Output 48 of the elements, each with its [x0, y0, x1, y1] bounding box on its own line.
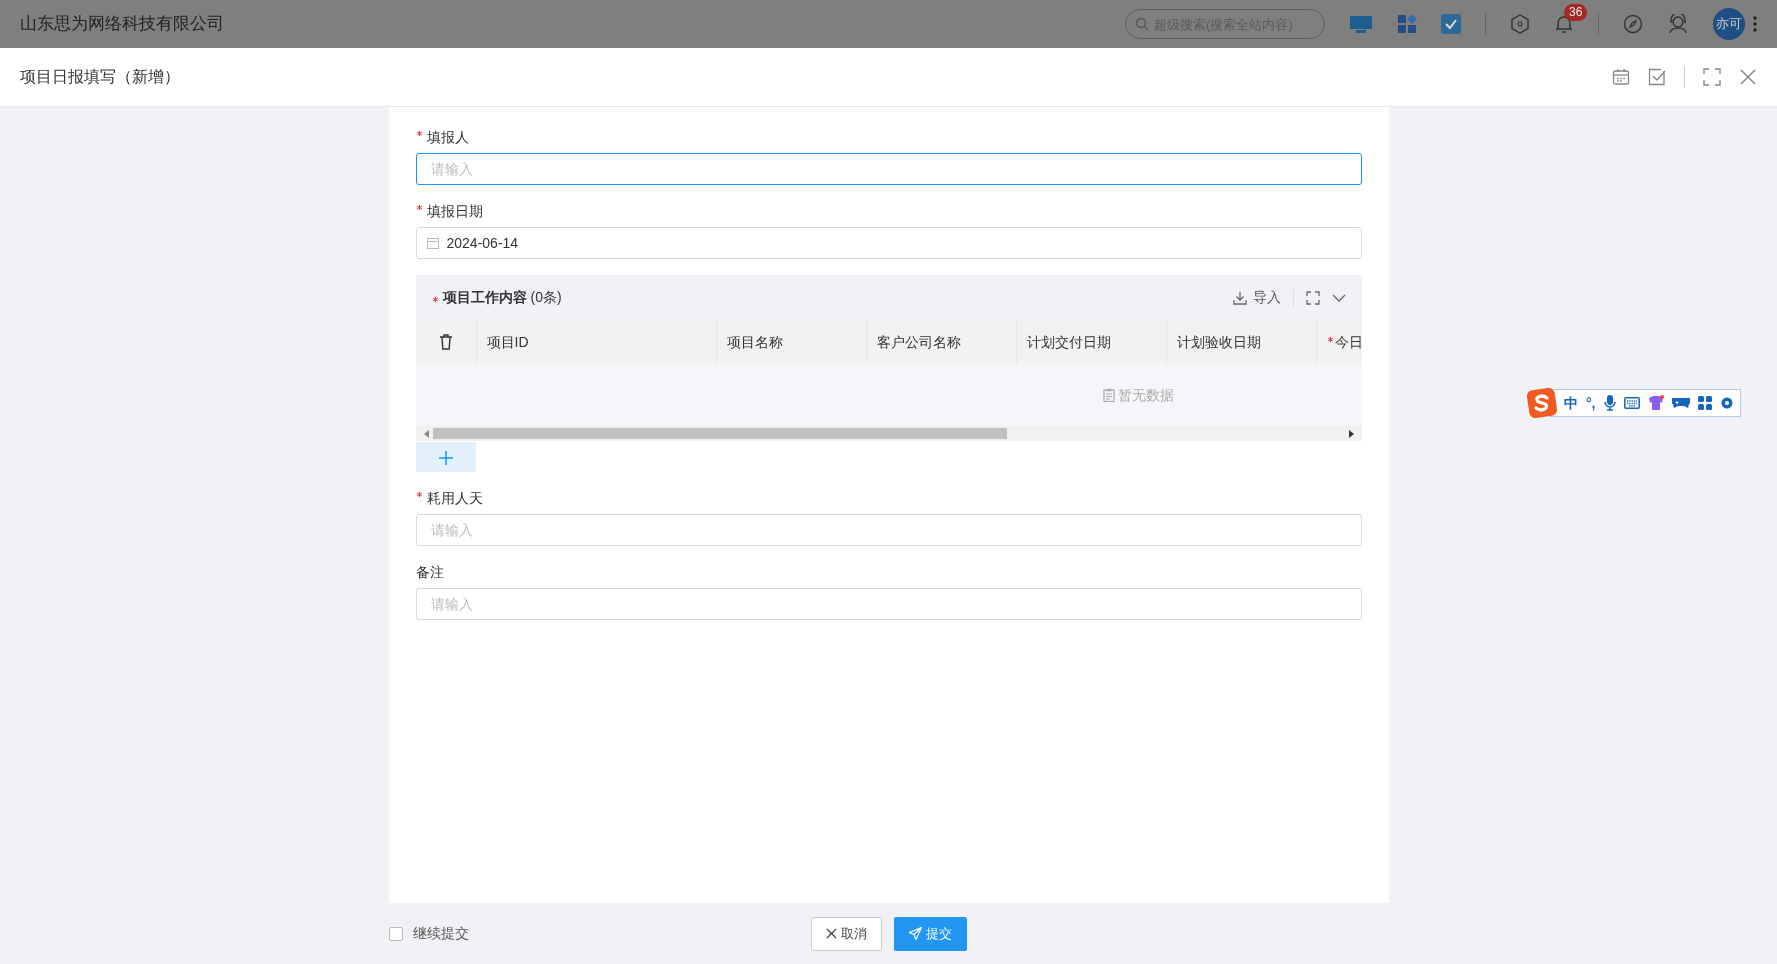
dialog-title: 项目日报填写（新增） — [20, 67, 180, 87]
horizontal-scrollbar[interactable] — [415, 426, 1362, 441]
input-field[interactable]: 请输入 — [415, 153, 1362, 185]
table-title: 项目工作内容 — [442, 288, 527, 307]
hexagon-icon[interactable] — [1510, 14, 1530, 34]
row-count: (0条) — [530, 288, 562, 307]
apps-icon[interactable] — [1397, 14, 1417, 34]
compass-icon[interactable] — [1623, 14, 1643, 34]
field-label: 耗用人天 — [426, 490, 483, 506]
send-icon — [908, 927, 922, 940]
fullscreen-icon[interactable] — [1703, 68, 1721, 86]
checkbox-icon[interactable] — [1441, 14, 1461, 34]
close-icon — [825, 928, 837, 939]
ime-logo-icon[interactable] — [1527, 388, 1557, 418]
add-row-button[interactable] — [415, 442, 476, 472]
chevron-down-icon[interactable] — [1331, 292, 1346, 303]
plus-icon — [438, 451, 453, 466]
cancel-button[interactable]: 取消 — [810, 916, 882, 951]
date-field[interactable]: 2024-06-14 — [415, 227, 1362, 259]
input-mode-toggle[interactable]: 中 — [1564, 392, 1578, 414]
shirt-icon[interactable] — [1647, 395, 1664, 411]
field-label: 填报人 — [426, 129, 469, 145]
trash-icon[interactable] — [438, 334, 453, 350]
field-label: 填报日期 — [426, 203, 483, 219]
clipboard-icon — [1103, 388, 1115, 402]
punctuation-toggle[interactable]: °, — [1586, 392, 1596, 414]
import-button[interactable]: 导入 — [1232, 287, 1281, 308]
bell-icon[interactable] — [1554, 14, 1574, 34]
calendar-icon — [426, 237, 439, 249]
keyboard-icon[interactable] — [1623, 397, 1640, 409]
close-icon[interactable] — [1739, 68, 1757, 86]
continue-checkbox[interactable]: 继续提交 — [388, 923, 811, 944]
headset-icon[interactable] — [1667, 14, 1689, 34]
notification-badge: 36 — [1564, 4, 1588, 21]
scroll-left-icon[interactable] — [423, 429, 429, 438]
fullscreen-icon[interactable] — [1305, 290, 1320, 305]
empty-message: 暂无数据 — [1118, 385, 1174, 405]
field-label: 备注 — [415, 564, 444, 580]
download-icon — [1232, 290, 1247, 305]
company-name: 山东思为网络科技有限公司 — [20, 13, 224, 36]
more-icon[interactable] — [1753, 16, 1757, 32]
scroll-right-icon[interactable] — [1348, 429, 1354, 438]
search-icon — [1135, 17, 1149, 31]
grid-icon[interactable] — [1697, 396, 1712, 410]
microphone-icon[interactable] — [1603, 395, 1616, 411]
calendar-icon[interactable] — [1612, 68, 1630, 86]
checkmark-icon[interactable] — [1648, 68, 1666, 86]
user-avatar[interactable]: 亦可 — [1713, 8, 1745, 40]
